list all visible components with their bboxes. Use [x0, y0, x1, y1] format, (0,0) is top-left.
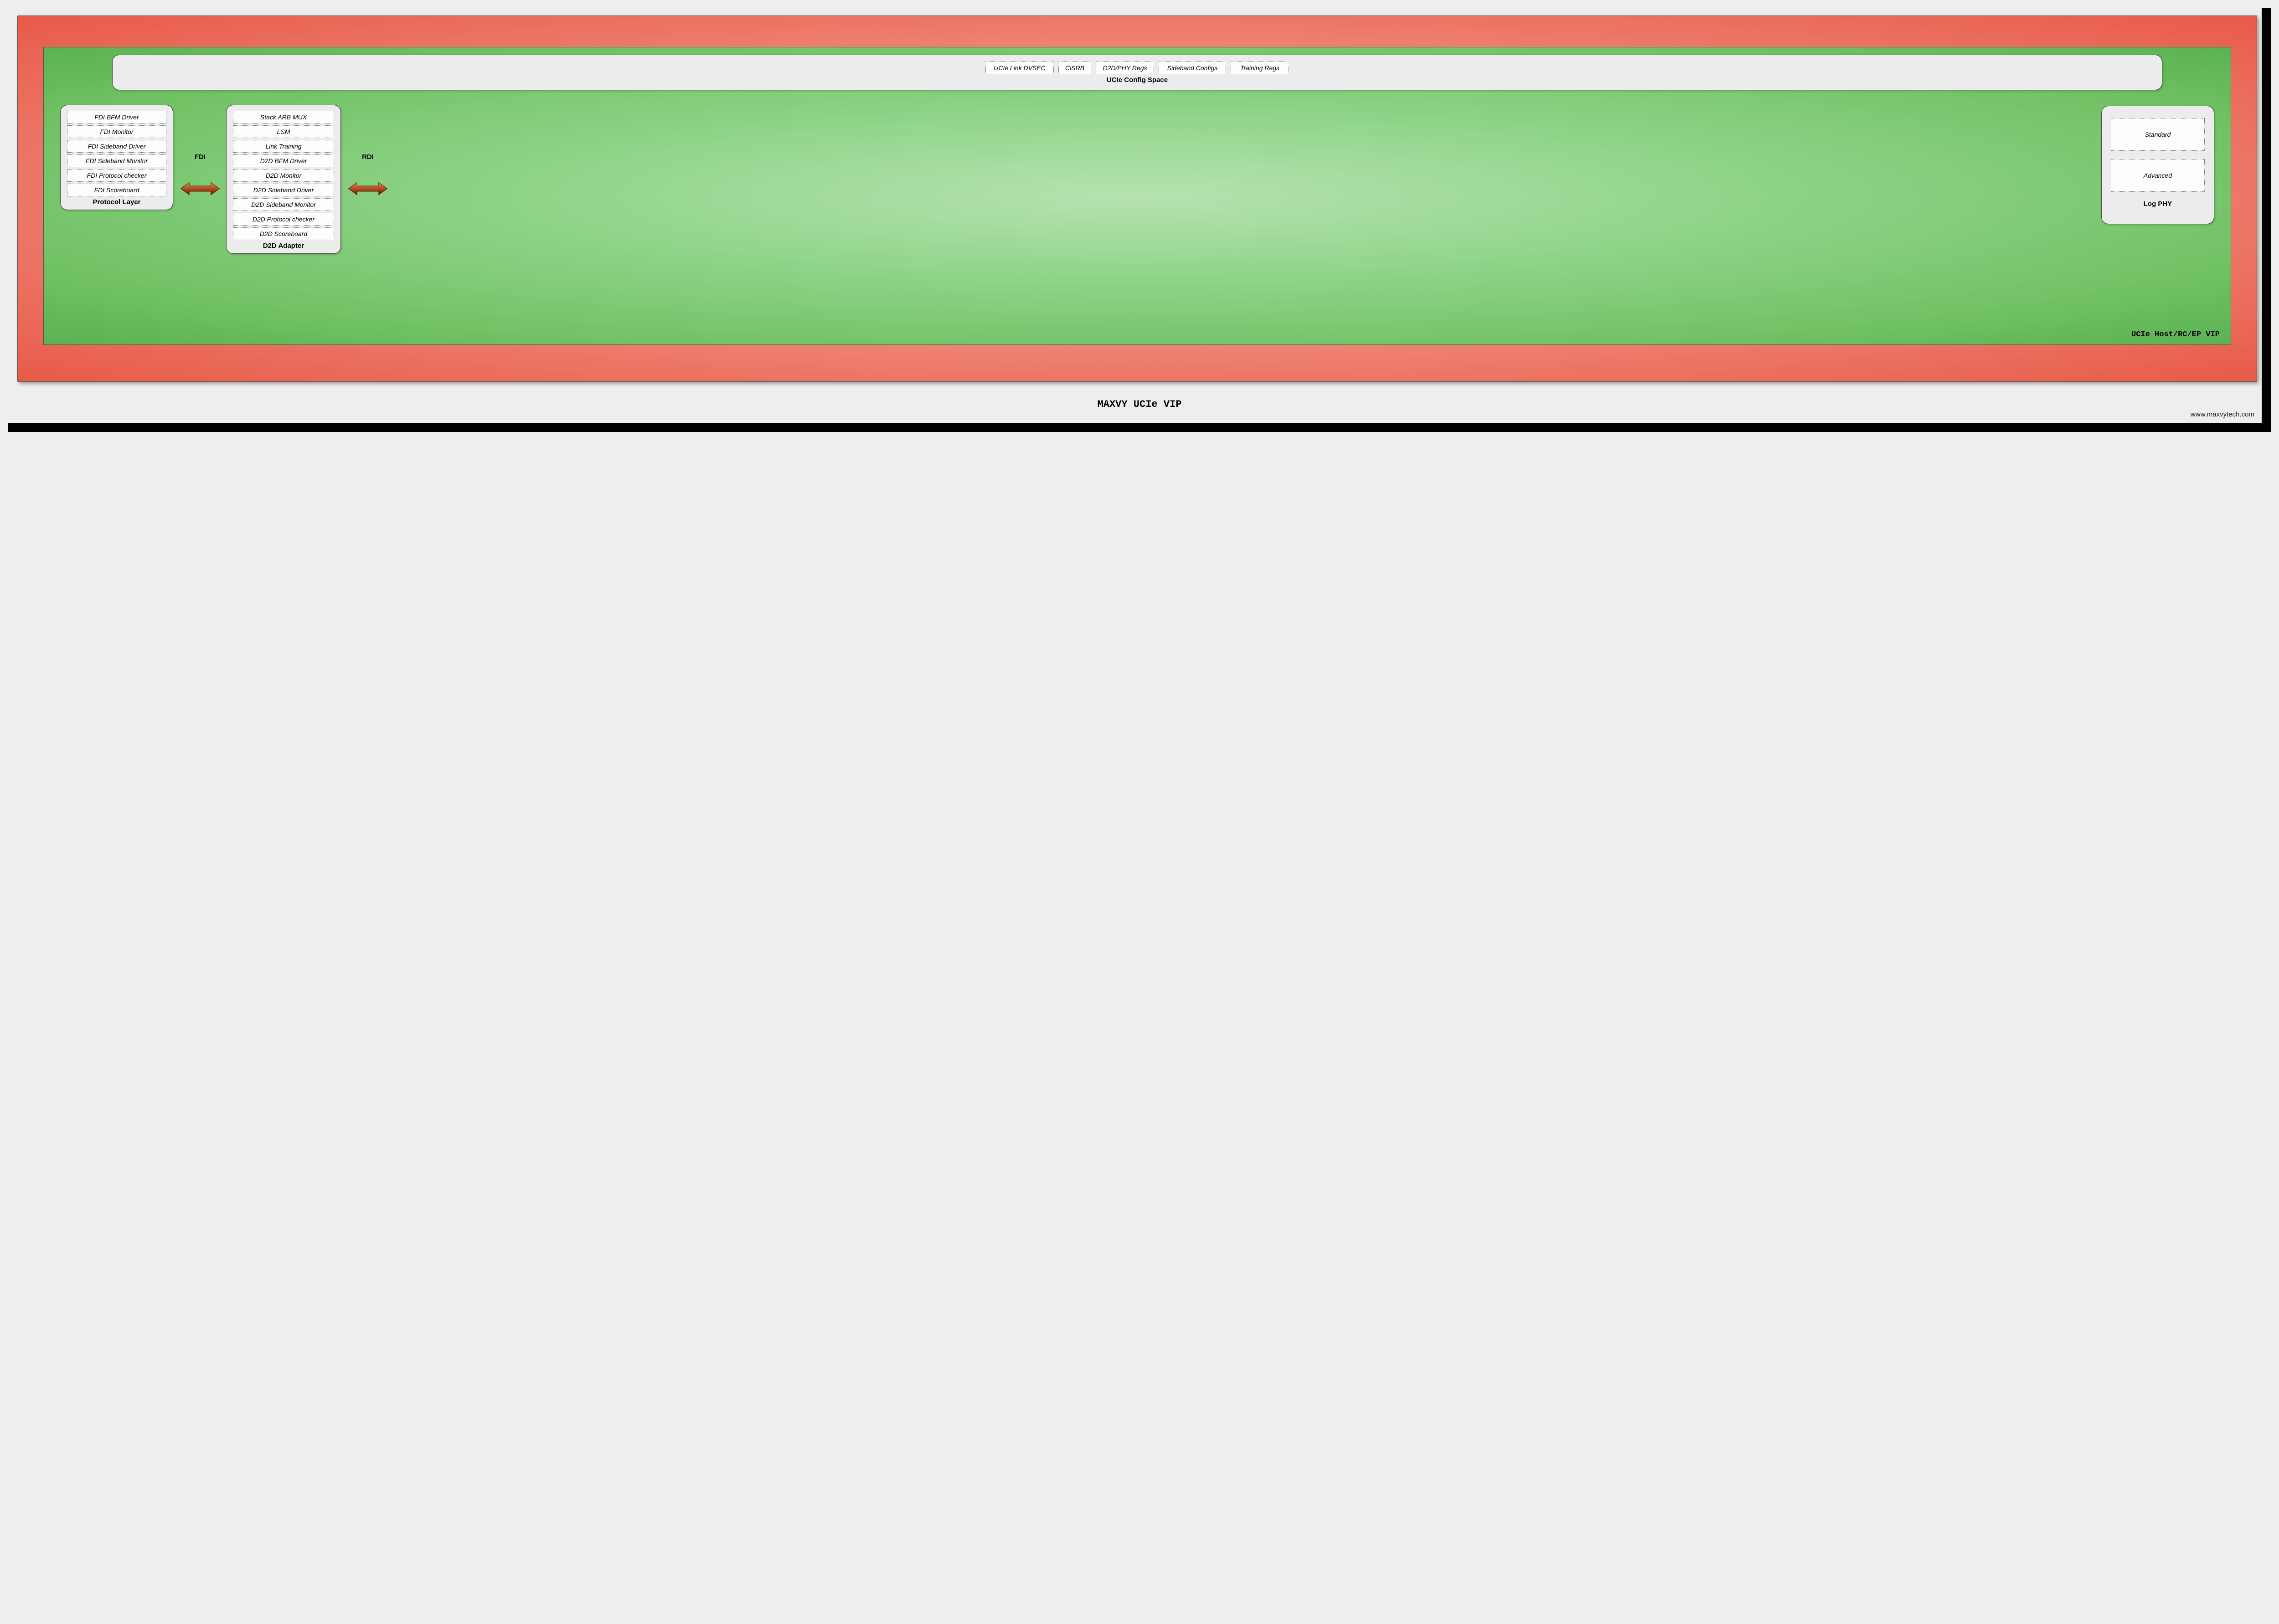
- config-chip: Sideband Configs: [1159, 62, 1226, 74]
- config-chip: UCIe Link DVSEC: [985, 62, 1054, 74]
- protocol-item: FDI Scoreboard: [67, 184, 166, 196]
- bottom-black-strip: [8, 423, 2271, 432]
- protocol-item: FDI BFM Driver: [67, 111, 166, 123]
- right-black-strip: [2262, 8, 2271, 432]
- config-chip: Training Regs: [1231, 62, 1289, 74]
- d2d-item: D2D Sideband Driver: [233, 184, 334, 196]
- inner-green-box: UCIe Link DVSEC CiSRB D2D/PHY Regs Sideb…: [43, 47, 2231, 345]
- d2d-adapter-panel: Stack ARB MUX LSM Link Training D2D BFM …: [226, 105, 341, 254]
- diagram-title: MAXVY UCIe VIP: [8, 399, 2271, 410]
- fdi-arrow-group: FDI: [180, 153, 220, 196]
- protocol-item: FDI Protocol checker: [67, 169, 166, 182]
- d2d-item: LSM: [233, 125, 334, 138]
- d2d-item: D2D Scoreboard: [233, 227, 334, 240]
- d2d-item: Link Training: [233, 140, 334, 153]
- log-phy-panel: Standard Advanced Log PHY: [2101, 106, 2214, 224]
- d2d-item: Stack ARB MUX: [233, 111, 334, 123]
- d2d-item: D2D Monitor: [233, 169, 334, 182]
- diagram-canvas: UCIe Link DVSEC CiSRB D2D/PHY Regs Sideb…: [8, 8, 2271, 432]
- double-arrow-icon: [348, 181, 387, 196]
- d2d-item: D2D Sideband Monitor: [233, 198, 334, 211]
- config-chip: CiSRB: [1058, 62, 1091, 74]
- url-label: www.maxvytech.com: [2191, 411, 2254, 418]
- double-arrow-icon: [180, 181, 220, 196]
- protocol-item: FDI Sideband Monitor: [67, 154, 166, 167]
- d2d-adapter-stack: Stack ARB MUX LSM Link Training D2D BFM …: [231, 111, 336, 240]
- fdi-label: FDI: [195, 153, 206, 161]
- protocol-item: FDI Monitor: [67, 125, 166, 138]
- config-chip: D2D/PHY Regs: [1096, 62, 1154, 74]
- rdi-label: RDI: [362, 153, 374, 161]
- log-phy-item: Standard: [2111, 118, 2205, 151]
- rdi-arrow-group: RDI: [348, 153, 387, 196]
- d2d-item: D2D Protocol checker: [233, 213, 334, 226]
- protocol-layer-title: Protocol Layer: [65, 198, 168, 206]
- d2d-adapter-title: D2D Adapter: [231, 242, 336, 250]
- log-phy-item: Advanced: [2111, 159, 2205, 192]
- outer-red-box: UCIe Link DVSEC CiSRB D2D/PHY Regs Sideb…: [17, 15, 2257, 382]
- d2d-item: D2D BFM Driver: [233, 154, 334, 167]
- protocol-layer-stack: FDI BFM Driver FDI Monitor FDI Sideband …: [65, 111, 168, 196]
- config-space-title: UCIe Config Space: [117, 76, 2157, 84]
- config-space-row: UCIe Link DVSEC CiSRB D2D/PHY Regs Sideb…: [117, 59, 2157, 75]
- host-vip-label: UCIe Host/RC/EP VIP: [2131, 330, 2220, 339]
- log-phy-title: Log PHY: [2106, 200, 2209, 208]
- protocol-item: FDI Sideband Driver: [67, 140, 166, 153]
- config-space-panel: UCIe Link DVSEC CiSRB D2D/PHY Regs Sideb…: [112, 55, 2162, 90]
- protocol-layer-panel: FDI BFM Driver FDI Monitor FDI Sideband …: [60, 105, 173, 210]
